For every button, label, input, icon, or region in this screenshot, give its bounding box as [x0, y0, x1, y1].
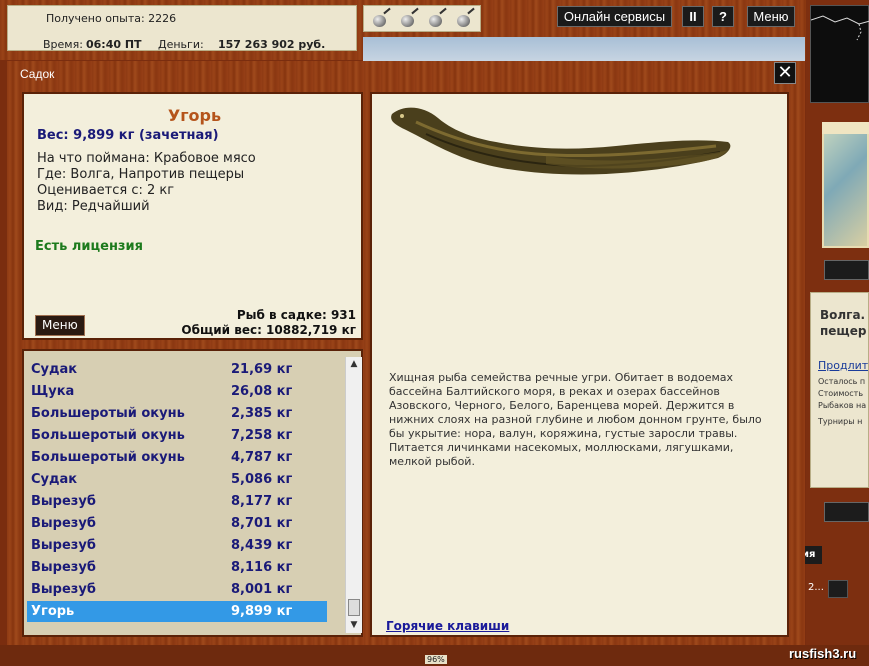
pause-button[interactable]: II [682, 6, 704, 27]
fish-weight: Вес: 9,899 кг (зачетная) [37, 128, 219, 143]
minimap[interactable] [810, 5, 869, 103]
bait-slots [363, 5, 481, 32]
player-status-panel: Получено опыта: 2226 Время: 06:40 ПТ Ден… [7, 5, 357, 51]
catch-list: Судак 21,69 кг Щука 26,08 кг Большеротый оку… [22, 349, 363, 637]
fish-description: Хищная рыба семейства речные угри. Обита… [389, 371, 762, 468]
catch-list-row[interactable]: Вырезуб 8,439 кг [27, 535, 327, 556]
info-line: Стоимость [818, 389, 864, 398]
eel-fish-icon [391, 107, 731, 175]
fish-kind: Вид: Редчайший [37, 199, 150, 214]
keepnet-dialog: Садок ✕ Угорь Вес: 9,899 кг (зачетная) Н… [7, 61, 805, 645]
time-label: Время: [43, 38, 83, 51]
catch-fish-weight: 8,439 кг [231, 538, 293, 553]
sidebar-number: 2... [808, 582, 824, 593]
catch-list-row[interactable]: Угорь 9,899 кг [27, 601, 327, 622]
spoon-bait-icon[interactable] [398, 7, 420, 29]
minimap-river-icon [810, 15, 869, 41]
catch-list-row[interactable]: Большеротый окунь 4,787 кг [27, 447, 327, 468]
dialog-title-bar: Садок ✕ [7, 61, 805, 87]
catch-fish-name: Щука [31, 384, 75, 399]
close-button[interactable]: ✕ [774, 62, 796, 84]
catch-fish-weight: 4,787 кг [231, 450, 293, 465]
catch-fish-name: Вырезуб [31, 516, 96, 531]
fish-menu-button[interactable]: Меню [35, 315, 85, 336]
fish-rated: Оценивается с: 2 кг [37, 183, 175, 198]
map-scroll-roll [822, 122, 869, 134]
catch-fish-weight: 5,086 кг [231, 472, 293, 487]
catch-fish-name: Большеротый окунь [31, 450, 185, 465]
catch-fish-weight: 8,001 кг [231, 582, 293, 597]
catch-list-row[interactable]: Щука 26,08 кг [27, 381, 327, 402]
scroll-up-arrow-icon[interactable]: ▲ [346, 357, 362, 372]
money-value: 157 263 902 руб. [218, 38, 326, 51]
fish-bait: На что поймана: Крабовое мясо [37, 151, 256, 166]
catch-list-row[interactable]: Судак 5,086 кг [27, 469, 327, 490]
dialog-title: Садок [20, 67, 55, 81]
main-menu-button[interactable]: Меню [747, 6, 795, 27]
catch-list-row[interactable]: Вырезуб 8,116 кг [27, 557, 327, 578]
fish-info-panel: Угорь Вес: 9,899 кг (зачетная) На что по… [22, 92, 363, 340]
catch-fish-name: Угорь [31, 604, 75, 619]
catch-fish-weight: 8,701 кг [231, 516, 293, 531]
catch-list-row[interactable]: Судак 21,69 кг [27, 359, 327, 380]
license-status: Есть лицензия [35, 239, 143, 254]
catch-list-row[interactable]: Большеротый окунь 2,385 кг [27, 403, 327, 424]
catch-list-row[interactable]: Вырезуб 8,701 кг [27, 513, 327, 534]
catch-fish-name: Судак [31, 472, 78, 487]
experience-text: Получено опыта: 2226 [46, 12, 177, 25]
info-line: Турниры н [818, 417, 863, 426]
catch-list-row[interactable]: Вырезуб 8,001 кг [27, 579, 327, 600]
catch-fish-weight: 8,177 кг [231, 494, 293, 509]
location-title: Волга. пещер [820, 307, 866, 339]
catch-fish-name: Вырезуб [31, 560, 96, 575]
fish-place: Где: Волга, Напротив пещеры [37, 167, 245, 182]
catch-fish-weight: 21,69 кг [231, 362, 293, 377]
fish-description-panel: Хищная рыба семейства речные угри. Обита… [370, 92, 789, 637]
catch-fish-weight: 2,385 кг [231, 406, 293, 421]
money-label: Деньги: [158, 38, 204, 51]
sidebar-button[interactable] [824, 502, 869, 522]
catch-fish-weight: 9,899 кг [231, 604, 293, 619]
catch-fish-weight: 8,116 кг [231, 560, 293, 575]
catch-fish-weight: 7,258 кг [231, 428, 293, 443]
location-info-panel: Волга. пещер Продлить Осталось п Стоимос… [810, 292, 869, 488]
catch-fish-name: Вырезуб [31, 538, 96, 553]
catch-fish-name: Большеротый окунь [31, 406, 185, 421]
list-scrollbar[interactable]: ▲ ▼ [345, 357, 362, 633]
scroll-down-arrow-icon[interactable]: ▼ [346, 618, 362, 633]
map-scroll-image[interactable] [822, 122, 869, 248]
catch-fish-name: Большеротый окунь [31, 428, 185, 443]
keepnet-total-weight: Общий вес: 10882,719 кг [181, 323, 356, 337]
hotkeys-link[interactable]: Горячие клавиши [386, 619, 509, 633]
fish-name: Угорь [167, 106, 222, 125]
online-services-button[interactable]: Онлайн сервисы [557, 6, 672, 27]
spoon-bait-icon[interactable] [454, 7, 476, 29]
scene-sky-strip [363, 37, 805, 62]
help-button[interactable]: ? [712, 6, 734, 27]
sidebar-square-button[interactable] [828, 580, 848, 598]
keepnet-count: Рыб в садке: 931 [236, 308, 356, 322]
location-title-line: Волга. [820, 308, 866, 322]
catch-fish-name: Судак [31, 362, 78, 377]
sidebar-button[interactable] [824, 260, 869, 280]
catch-list-row[interactable]: Вырезуб 8,177 кг [27, 491, 327, 512]
scrollbar-thumb[interactable] [348, 599, 360, 616]
catch-fish-name: Вырезуб [31, 494, 96, 509]
site-watermark: rusfish3.ru [789, 646, 857, 661]
info-line: Осталось п [818, 377, 866, 386]
spoon-bait-icon[interactable] [426, 7, 448, 29]
catch-fish-weight: 26,08 кг [231, 384, 293, 399]
spoon-bait-icon[interactable] [370, 7, 392, 29]
location-title-line: пещер [820, 324, 867, 338]
progress-percent: 96% [425, 655, 447, 664]
info-line: Рыбаков на [818, 401, 867, 410]
time-value: 06:40 ПТ [86, 38, 142, 51]
catch-fish-name: Вырезуб [31, 582, 96, 597]
catch-list-row[interactable]: Большеротый окунь 7,258 кг [27, 425, 327, 446]
extend-license-link[interactable]: Продлить [818, 359, 868, 372]
